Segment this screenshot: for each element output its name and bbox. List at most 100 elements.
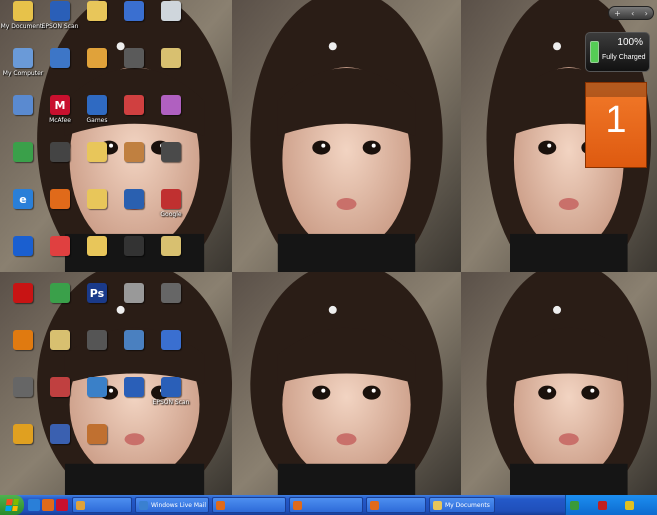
network-icon[interactable] xyxy=(570,500,579,510)
epson-scan-icon xyxy=(50,1,70,21)
app-icon xyxy=(124,236,144,256)
desktop-icon[interactable] xyxy=(149,283,193,333)
app-icon xyxy=(87,424,107,444)
app-icon xyxy=(124,283,144,303)
internet-explorer-icon[interactable] xyxy=(28,499,40,511)
wallpaper-tile xyxy=(461,272,657,495)
next-icon[interactable]: › xyxy=(645,9,648,18)
desktop-icon[interactable] xyxy=(149,48,193,98)
app-icon[interactable] xyxy=(56,499,68,511)
app-icon xyxy=(124,48,144,68)
desktop-icon[interactable] xyxy=(149,330,193,380)
desktop-icon[interactable]: Google xyxy=(149,189,193,239)
taskbar-button[interactable] xyxy=(289,497,363,513)
app-icon xyxy=(161,95,181,115)
taskbar-button[interactable] xyxy=(212,497,286,513)
internet-explorer-icon: e xyxy=(13,189,33,209)
app-icon xyxy=(124,330,144,350)
taskbar-button[interactable]: My Documents xyxy=(429,497,495,513)
desktop-icon[interactable]: EPSON Scan xyxy=(149,377,193,427)
photoshop-icon: Ps xyxy=(87,283,107,303)
app-icon xyxy=(13,424,33,444)
adobe-reader-icon xyxy=(13,283,33,303)
desktop-icon[interactable] xyxy=(75,424,119,474)
taskbar-button[interactable] xyxy=(366,497,426,513)
security-icon[interactable] xyxy=(597,500,607,510)
start-button[interactable] xyxy=(0,495,24,515)
app-icon xyxy=(161,330,181,350)
my-network-icon xyxy=(13,95,33,115)
taskbar-button-label: Windows Live Mail xyxy=(151,501,207,509)
mcafee-icon: M xyxy=(50,95,70,115)
desktop-icon[interactable] xyxy=(149,95,193,145)
volume-icon[interactable] xyxy=(625,500,635,510)
desktop-icon-label: Google xyxy=(160,211,182,218)
app-icon xyxy=(50,283,70,303)
my-documents-icon xyxy=(13,1,33,21)
desktop-icon-area: My Documents EPSON Scan My Computer M McAfee… xyxy=(0,0,200,495)
folder-icon xyxy=(87,236,107,256)
window-icon xyxy=(139,500,148,510)
wallpaper-tile xyxy=(232,272,461,495)
epson-scan-2-icon xyxy=(161,377,181,397)
window-icon xyxy=(293,500,302,510)
taskbar-button[interactable]: Windows Live Mail xyxy=(135,497,209,513)
firefox-icon xyxy=(50,189,70,209)
desktop-icon[interactable] xyxy=(149,142,193,192)
app-icon xyxy=(124,95,144,115)
app-icon xyxy=(50,424,70,444)
wallpaper-tile xyxy=(232,0,461,272)
bluetooth-icon xyxy=(13,236,33,256)
battery-gadget[interactable]: 100% Fully Charged xyxy=(585,32,650,72)
app-icon xyxy=(13,330,33,350)
app-icon xyxy=(50,236,70,256)
app-icon xyxy=(161,142,181,162)
app-icon xyxy=(161,283,181,303)
window-icon xyxy=(433,500,442,510)
app-icon xyxy=(161,48,181,68)
app-icon xyxy=(161,236,181,256)
app-icon xyxy=(124,189,144,209)
calendar-gadget[interactable]: 1 xyxy=(585,82,647,168)
battery-status: Fully Charged xyxy=(602,54,646,61)
desktop-icon[interactable] xyxy=(149,1,193,51)
folder-icon xyxy=(87,189,107,209)
window-icon xyxy=(216,500,225,510)
app-icon xyxy=(50,142,70,162)
app-icon xyxy=(13,377,33,397)
window-icon xyxy=(76,500,85,510)
firefox-icon[interactable] xyxy=(42,499,54,511)
app-icon xyxy=(87,377,107,397)
quick-launch xyxy=(24,499,72,511)
taskbar-button-label: My Documents xyxy=(445,501,490,509)
battery-percent: 100% xyxy=(617,37,643,48)
folder-icon xyxy=(87,142,107,162)
folder-icon xyxy=(87,1,107,21)
app-icon xyxy=(13,142,33,162)
app-icon xyxy=(124,1,144,21)
taskbar: Windows Live Mail My Documents xyxy=(0,495,657,515)
gadget-controls[interactable]: + ‹ › xyxy=(608,6,654,20)
google-sketchup-icon xyxy=(161,189,181,209)
battery-icon xyxy=(590,41,599,63)
desktop-icon[interactable] xyxy=(149,236,193,286)
taskbar-buttons: Windows Live Mail My Documents xyxy=(72,497,565,513)
app-icon xyxy=(50,48,70,68)
taskbar-button[interactable] xyxy=(72,497,132,513)
my-computer-icon xyxy=(13,48,33,68)
calendar-day: 1 xyxy=(605,99,627,141)
recycle-bin-icon xyxy=(161,1,181,21)
app-icon xyxy=(87,330,107,350)
app-icon xyxy=(50,377,70,397)
desktop-icon-label: EPSON Scan xyxy=(152,399,190,406)
window-icon xyxy=(370,500,379,510)
app-icon xyxy=(124,377,144,397)
windows-logo-icon xyxy=(5,499,19,511)
app-icon xyxy=(87,95,107,115)
app-icon xyxy=(124,142,144,162)
previous-icon[interactable]: ‹ xyxy=(631,9,634,18)
app-icon xyxy=(87,48,107,68)
calendar-header xyxy=(586,83,646,97)
add-gadget-icon[interactable]: + xyxy=(614,9,621,18)
system-tray xyxy=(565,495,657,515)
